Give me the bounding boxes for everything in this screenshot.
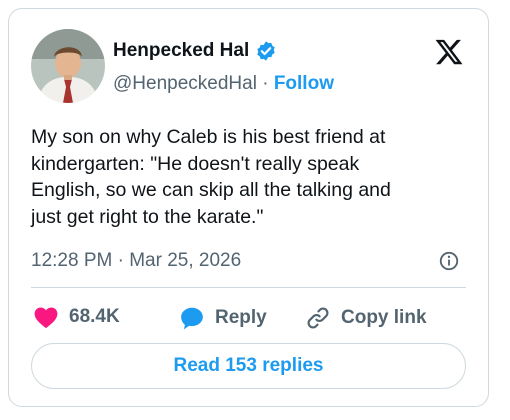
speech-bubble-icon xyxy=(181,307,203,330)
author-handle-row: @HenpeckedHal · Follow xyxy=(113,72,334,96)
author-handle[interactable]: @HenpeckedHal xyxy=(113,73,257,94)
follow-button[interactable]: Follow xyxy=(274,73,334,94)
info-icon[interactable] xyxy=(438,250,460,272)
author-name-row[interactable]: Henpecked Hal xyxy=(113,39,277,63)
tweet-card: Henpecked Hal @HenpeckedHal · Follow My … xyxy=(8,8,489,407)
separator-dot: · xyxy=(262,73,269,94)
like-button[interactable]: 68.4K xyxy=(33,305,120,329)
verified-badge-icon xyxy=(257,41,275,61)
copy-link-button[interactable]: Copy link xyxy=(305,305,427,331)
link-icon xyxy=(307,307,329,329)
tweet-timestamp[interactable]: 12:28 PM · Mar 25, 2026 xyxy=(31,249,241,273)
reply-label: Reply xyxy=(215,307,267,328)
like-count: 68.4K xyxy=(69,306,120,327)
tweet-text: My son on why Caleb is his best friend a… xyxy=(31,126,391,228)
x-logo-icon[interactable] xyxy=(434,37,464,67)
author-display-name[interactable]: Henpecked Hal xyxy=(113,39,249,63)
copy-link-label: Copy link xyxy=(341,307,427,328)
read-replies-button[interactable]: Read 153 replies xyxy=(31,343,466,389)
reply-button[interactable]: Reply xyxy=(179,305,267,331)
avatar-image xyxy=(31,29,105,103)
avatar[interactable] xyxy=(31,29,105,103)
heart-icon xyxy=(34,307,58,329)
divider xyxy=(31,287,466,288)
